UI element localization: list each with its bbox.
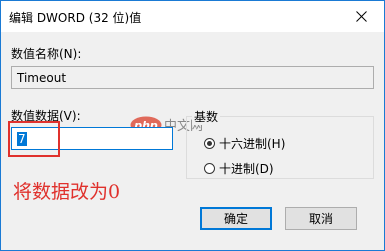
ok-button[interactable]: 确定: [200, 207, 272, 230]
radio-checked-icon: [204, 138, 215, 149]
value-name-field[interactable]: Timeout: [11, 66, 374, 89]
close-button[interactable]: [338, 1, 384, 32]
radio-decimal[interactable]: 十进制(D): [204, 160, 274, 177]
close-icon: [355, 11, 367, 22]
radio-hex[interactable]: 十六进制(H): [204, 135, 285, 152]
ok-button-label: 确定: [223, 212, 248, 226]
dialog-title: 编辑 DWORD (32 位)值: [9, 11, 142, 25]
highlight-box: [8, 121, 60, 157]
base-group-title: 基数: [192, 108, 221, 125]
title-bar: 编辑 DWORD (32 位)值: [1, 1, 384, 32]
edit-dword-dialog: 编辑 DWORD (32 位)值 数值名称(N): Timeout 数值数据(V…: [0, 0, 385, 251]
dialog-body: 数值名称(N): Timeout 数值数据(V): php 中文网 7 基数 十…: [1, 32, 384, 250]
cancel-button[interactable]: 取消: [285, 207, 357, 230]
annotation-text: 将数据改为0: [13, 181, 121, 203]
value-name-text: Timeout: [17, 71, 67, 85]
radio-unchecked-icon: [204, 163, 215, 174]
radio-hex-label: 十六进制(H): [219, 137, 286, 151]
value-name-label: 数值名称(N):: [11, 47, 82, 61]
radio-decimal-label: 十进制(D): [219, 162, 274, 176]
cancel-button-label: 取消: [308, 212, 333, 226]
